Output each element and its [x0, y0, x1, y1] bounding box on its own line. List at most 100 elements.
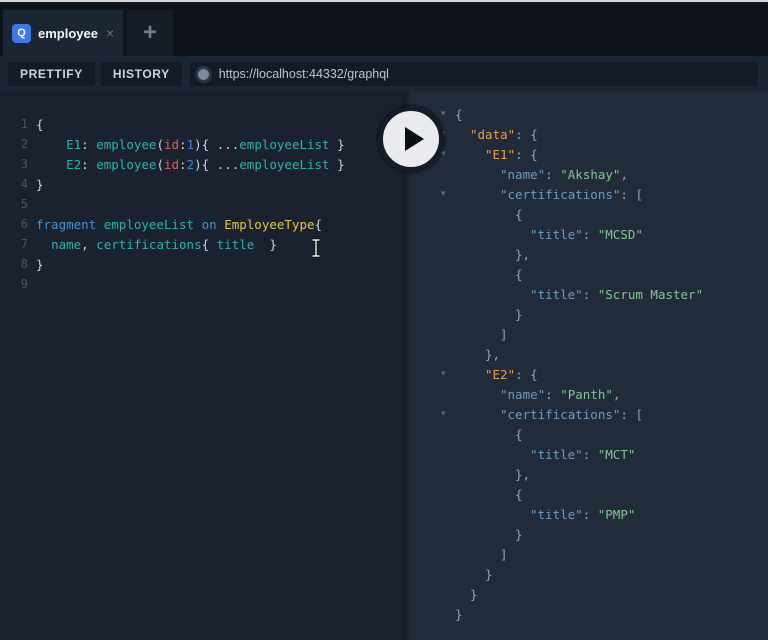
- endpoint-url-bar[interactable]: https://localhost:44332/graphql: [189, 62, 758, 86]
- code-token: "Panth": [560, 386, 613, 402]
- code-token: employee: [96, 136, 157, 152]
- new-tab-button[interactable]: +: [127, 10, 173, 56]
- line-number: 4: [20, 177, 28, 191]
- response-line-content: }: [455, 527, 523, 542]
- code-token: ...: [216, 156, 240, 172]
- code-token: }: [329, 136, 345, 152]
- fold-arrow-icon[interactable]: ▾: [441, 109, 446, 119]
- code-token: "title": [530, 226, 583, 242]
- response-line-content: "E2": {: [455, 367, 538, 382]
- code-token: (: [156, 156, 164, 172]
- prettify-button[interactable]: PRETTIFY: [8, 62, 95, 86]
- history-button[interactable]: HISTORY: [100, 62, 182, 86]
- code-token: "title": [530, 446, 583, 462]
- code-token: ...: [216, 136, 240, 152]
- code-token: E2: [66, 156, 82, 172]
- response-line-content: }: [455, 587, 478, 602]
- response-line: ]: [410, 324, 768, 344]
- code-token: "E2": [485, 366, 516, 382]
- code-token: : [: [620, 186, 643, 202]
- code-token: (: [156, 136, 164, 152]
- code-token: }: [485, 566, 493, 582]
- line-number: 5: [20, 197, 28, 211]
- code-line: 3 E2: employee(id:2){ ...employeeList }: [0, 154, 402, 174]
- code-token: : {: [515, 126, 538, 142]
- code-line: 6 fragment employeeList on EmployeeType{: [0, 214, 402, 234]
- code-token: employeeList: [239, 156, 330, 172]
- code-token: "data": [470, 126, 516, 142]
- response-line: },: [410, 464, 768, 484]
- response-line-content: ]: [455, 327, 508, 342]
- endpoint-url-text: https://localhost:44332/graphql: [218, 67, 389, 81]
- code-token: ,: [81, 236, 97, 252]
- code-token: },: [485, 346, 501, 362]
- fold-arrow-icon[interactable]: ▾: [441, 189, 446, 199]
- line-number: 7: [20, 237, 28, 251]
- code-token: :: [582, 286, 598, 302]
- code-token: id: [163, 156, 180, 172]
- response-line: {: [410, 424, 768, 444]
- response-line: "title": "MCT": [410, 444, 768, 464]
- toolbar: PRETTIFY HISTORY https://localhost:44332…: [0, 56, 768, 92]
- code-token: name: [51, 236, 82, 252]
- code-token: ){: [194, 136, 217, 152]
- code-line-content: E2: employee(id:2){ ...employeeList }: [36, 157, 345, 172]
- code-token: EmployeeType: [224, 216, 315, 232]
- code-token: "certifications": [500, 406, 621, 422]
- tab-label: employee: [38, 25, 98, 41]
- code-token: "MCT": [597, 446, 636, 462]
- code-line-content: E1: employee(id:1){ ...employeeList }: [36, 137, 345, 152]
- tab-bar: Q employee × +: [0, 2, 768, 56]
- response-line-content: ]: [455, 547, 508, 562]
- code-token: 2: [186, 156, 195, 172]
- code-line-content: name, certifications{ title }: [36, 237, 277, 252]
- code-token: }: [515, 526, 523, 542]
- tab-employee[interactable]: Q employee ×: [3, 10, 123, 56]
- response-line-content: "certifications": [: [455, 407, 643, 422]
- response-line-content: "data": {: [455, 127, 538, 142]
- response-line-content: }: [455, 307, 523, 322]
- response-line-content: {: [455, 267, 523, 282]
- execute-query-button[interactable]: [378, 106, 444, 172]
- workspace-panes: 1{2 E1: employee(id:1){ ...employeeList …: [0, 92, 768, 640]
- pane-divider[interactable]: [402, 92, 410, 640]
- code-line-content: }: [36, 177, 44, 192]
- response-line: "title": "PMP": [410, 504, 768, 524]
- code-token: ]: [500, 326, 508, 342]
- code-token: ,: [612, 386, 621, 402]
- plus-icon: +: [142, 19, 157, 46]
- line-number: 1: [20, 117, 28, 131]
- code-token: "Scrum Master": [597, 286, 704, 302]
- close-tab-icon[interactable]: ×: [106, 26, 114, 40]
- query-editor[interactable]: 1{2 E1: employee(id:1){ ...employeeList …: [0, 92, 402, 640]
- response-line: },: [410, 244, 768, 264]
- code-token: {: [201, 236, 217, 252]
- response-line: {: [410, 204, 768, 224]
- line-number: 3: [20, 157, 28, 171]
- line-number: 2: [20, 137, 28, 151]
- code-token: "certifications": [500, 186, 621, 202]
- code-token: : [: [620, 406, 643, 422]
- code-token: }: [254, 236, 277, 252]
- code-token: id: [163, 136, 180, 152]
- code-line: 8}: [0, 254, 402, 274]
- code-token: employeeList: [239, 136, 330, 152]
- query-type-icon: Q: [12, 23, 31, 43]
- code-token: : {: [515, 146, 538, 162]
- code-token: },: [515, 246, 531, 262]
- code-token: "PMP": [597, 506, 636, 522]
- code-line-content: {: [36, 117, 44, 132]
- code-token: :: [179, 136, 187, 152]
- fold-arrow-icon[interactable]: ▾: [441, 409, 446, 419]
- response-line: }: [410, 584, 768, 604]
- response-line-content: "certifications": [: [455, 187, 643, 202]
- code-token: {: [515, 266, 523, 282]
- code-token: ){: [194, 156, 217, 172]
- fold-arrow-icon[interactable]: ▾: [441, 369, 446, 379]
- response-line: {: [410, 264, 768, 284]
- code-token: }: [515, 306, 523, 322]
- query-editor-lines: 1{2 E1: employee(id:1){ ...employeeList …: [0, 114, 402, 294]
